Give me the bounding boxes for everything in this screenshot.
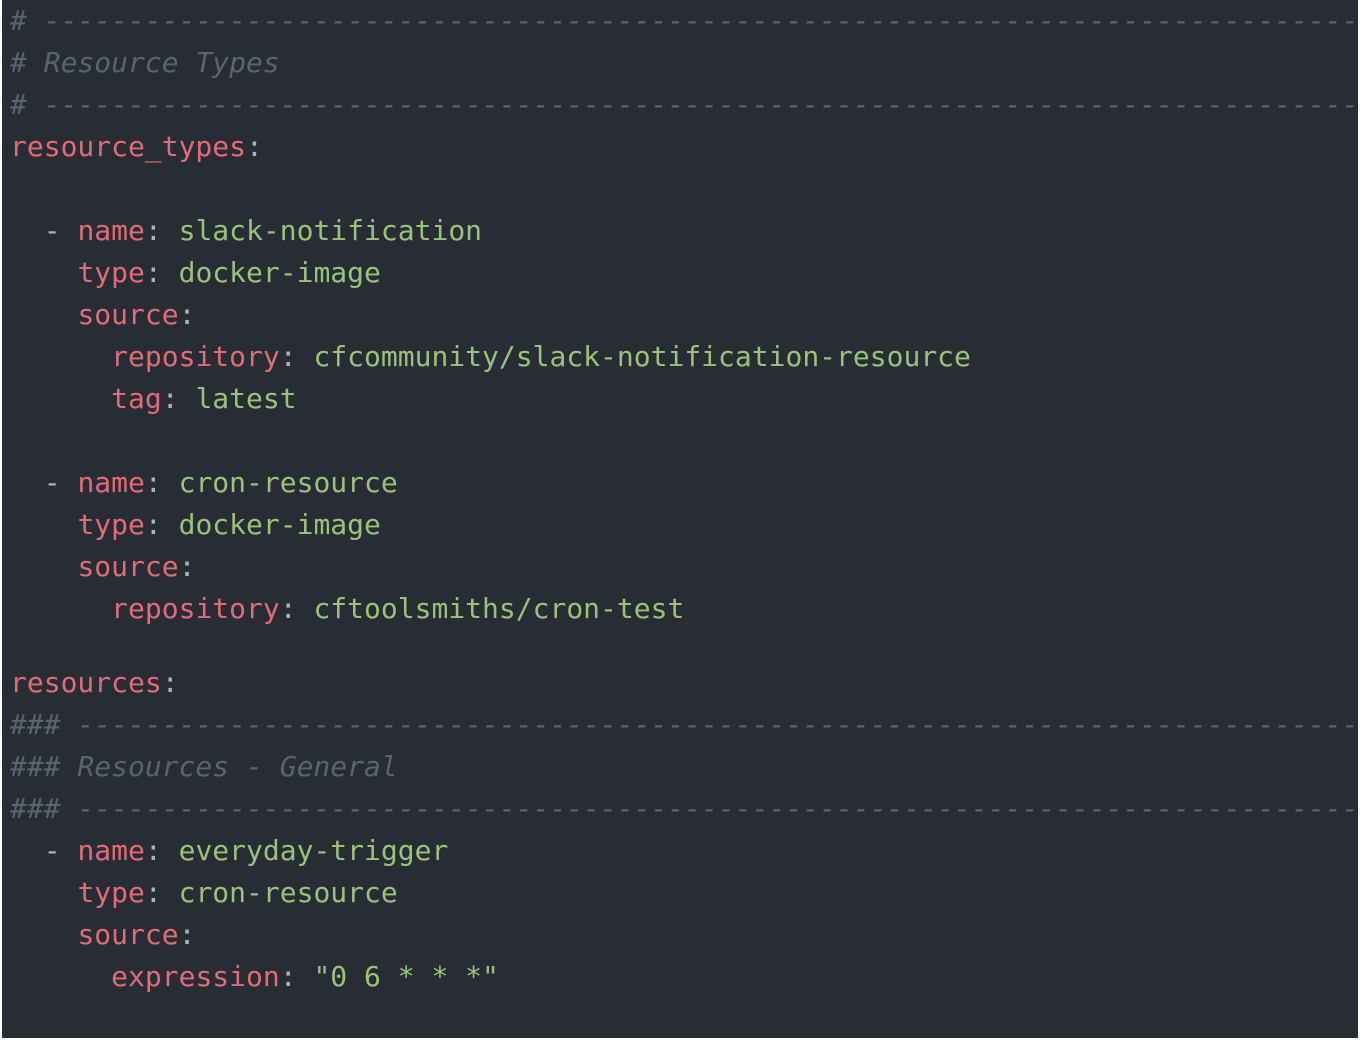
- code-line-14: source:: [77, 550, 196, 583]
- yaml-key: type: [77, 876, 145, 909]
- code-line-16: resources:: [10, 666, 179, 699]
- comment-rule: # --------------------------------------…: [10, 88, 1358, 121]
- yaml-key: expression: [111, 960, 280, 993]
- yaml-key: source: [77, 918, 179, 951]
- code-line-9: repository: cfcommunity/slack-notificati…: [111, 340, 971, 373]
- code-line-4: resource_types:: [10, 130, 263, 163]
- yaml-key: repository: [111, 340, 280, 373]
- yaml-value: cftoolsmiths/cron-test: [313, 592, 685, 625]
- code-line-3: # --------------------------------------…: [10, 84, 1358, 126]
- yaml-value: cfcommunity/slack-notification-resource: [313, 340, 971, 373]
- yaml-value: cron-resource: [178, 876, 398, 909]
- yaml-value: "0 6 * * *": [313, 960, 499, 993]
- yaml-key: name: [77, 214, 145, 247]
- yaml-key: resource_types: [10, 130, 247, 163]
- code-line-17: ### ------------------------------------…: [10, 704, 1358, 746]
- yaml-value: everyday-trigger: [178, 834, 449, 867]
- yaml-key: tag: [111, 382, 162, 415]
- yaml-key: repository: [111, 592, 280, 625]
- yaml-value: latest: [195, 382, 297, 415]
- yaml-key: source: [77, 298, 179, 331]
- yaml-key: name: [77, 834, 145, 867]
- comment-rule: # --------------------------------------…: [10, 4, 1358, 37]
- yaml-key: name: [77, 466, 145, 499]
- yaml-value: slack-notification: [178, 214, 483, 247]
- code-line-7: type: docker-image: [77, 256, 381, 289]
- yaml-key: source: [77, 550, 179, 583]
- code-line-10: tag: latest: [111, 382, 297, 415]
- section-comment: # Resource Types: [10, 46, 280, 79]
- yaml-code-bottom: resources: ### --------------------------…: [10, 662, 1358, 998]
- code-line-20: - name: everyday-trigger: [10, 834, 449, 867]
- code-line-23: expression: "0 6 * * *": [111, 960, 499, 993]
- section-comment: ### Resources - General: [10, 750, 398, 783]
- code-line-15: repository: cftoolsmiths/cron-test: [111, 592, 685, 625]
- yaml-code-top: # --------------------------------------…: [10, 0, 1358, 630]
- yaml-key: resources: [10, 666, 162, 699]
- code-line-8: source:: [77, 298, 196, 331]
- code-line-12: - name: cron-resource: [10, 466, 398, 499]
- code-editor[interactable]: # --------------------------------------…: [2, 0, 1358, 1038]
- code-line-19: ### ------------------------------------…: [10, 788, 1358, 830]
- comment-rule: ### ------------------------------------…: [10, 792, 1358, 825]
- code-line-18: ### Resources - General: [10, 746, 1358, 788]
- yaml-value: docker-image: [178, 256, 381, 289]
- code-line-21: type: cron-resource: [77, 876, 398, 909]
- code-line-22: source:: [77, 918, 196, 951]
- code-line-13: type: docker-image: [77, 508, 381, 541]
- yaml-value: docker-image: [178, 508, 381, 541]
- yaml-value: cron-resource: [178, 466, 398, 499]
- yaml-key: type: [77, 256, 145, 289]
- code-line-2: # Resource Types: [10, 42, 1358, 84]
- yaml-key: type: [77, 508, 145, 541]
- code-line-1: # --------------------------------------…: [10, 0, 1358, 42]
- comment-rule: ### ------------------------------------…: [10, 708, 1358, 741]
- code-line-6: - name: slack-notification: [10, 214, 483, 247]
